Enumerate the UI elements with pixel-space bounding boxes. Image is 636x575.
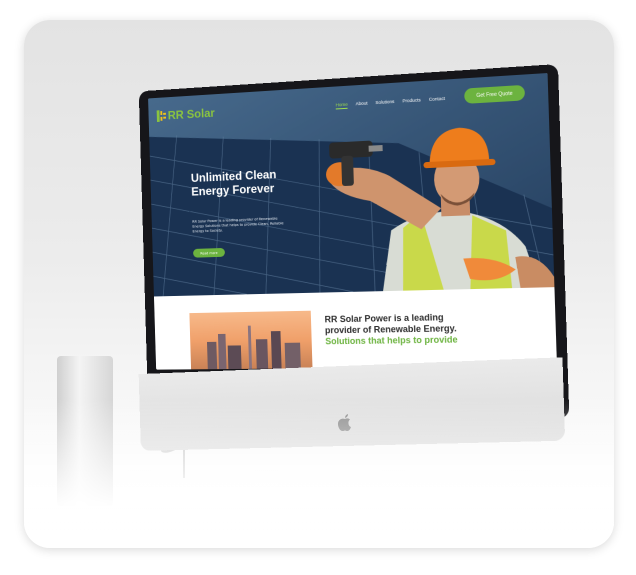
hero-description: RR Solar Power is a leading provider of …	[192, 216, 284, 234]
get-free-quote-button[interactable]: Get Free Quote	[464, 84, 526, 104]
about-section: RR Solar Power is a leading provider of …	[153, 287, 557, 370]
read-more-button[interactable]: Read more	[193, 247, 226, 258]
about-heading: RR Solar Power is a leading provider of …	[324, 311, 497, 347]
photo-card: RR Solar Home About Solutions Products C…	[24, 20, 614, 548]
nav-solutions[interactable]: Solutions	[375, 99, 394, 107]
hero-heading: Unlimited Clean Energy Forever	[191, 166, 296, 198]
nav-about[interactable]: About	[356, 101, 368, 109]
logo-text: RR Solar	[167, 105, 215, 123]
hero-section: RR Solar Home About Solutions Products C…	[148, 73, 555, 297]
sun-logo-icon	[156, 110, 167, 122]
city-skyline-image	[189, 310, 313, 370]
nav-products[interactable]: Products	[402, 97, 421, 105]
site-logo[interactable]: RR Solar	[156, 105, 215, 123]
worker-image	[325, 126, 555, 292]
nav-home[interactable]: Home	[335, 101, 348, 110]
website-screen: RR Solar Home About Solutions Products C…	[148, 73, 557, 370]
nav-contact[interactable]: Contact	[429, 96, 445, 104]
reflection-fade	[24, 398, 614, 548]
about-line3: Solutions that helps to provide	[325, 334, 458, 347]
main-nav: Home About Solutions Products Contact	[335, 96, 446, 110]
